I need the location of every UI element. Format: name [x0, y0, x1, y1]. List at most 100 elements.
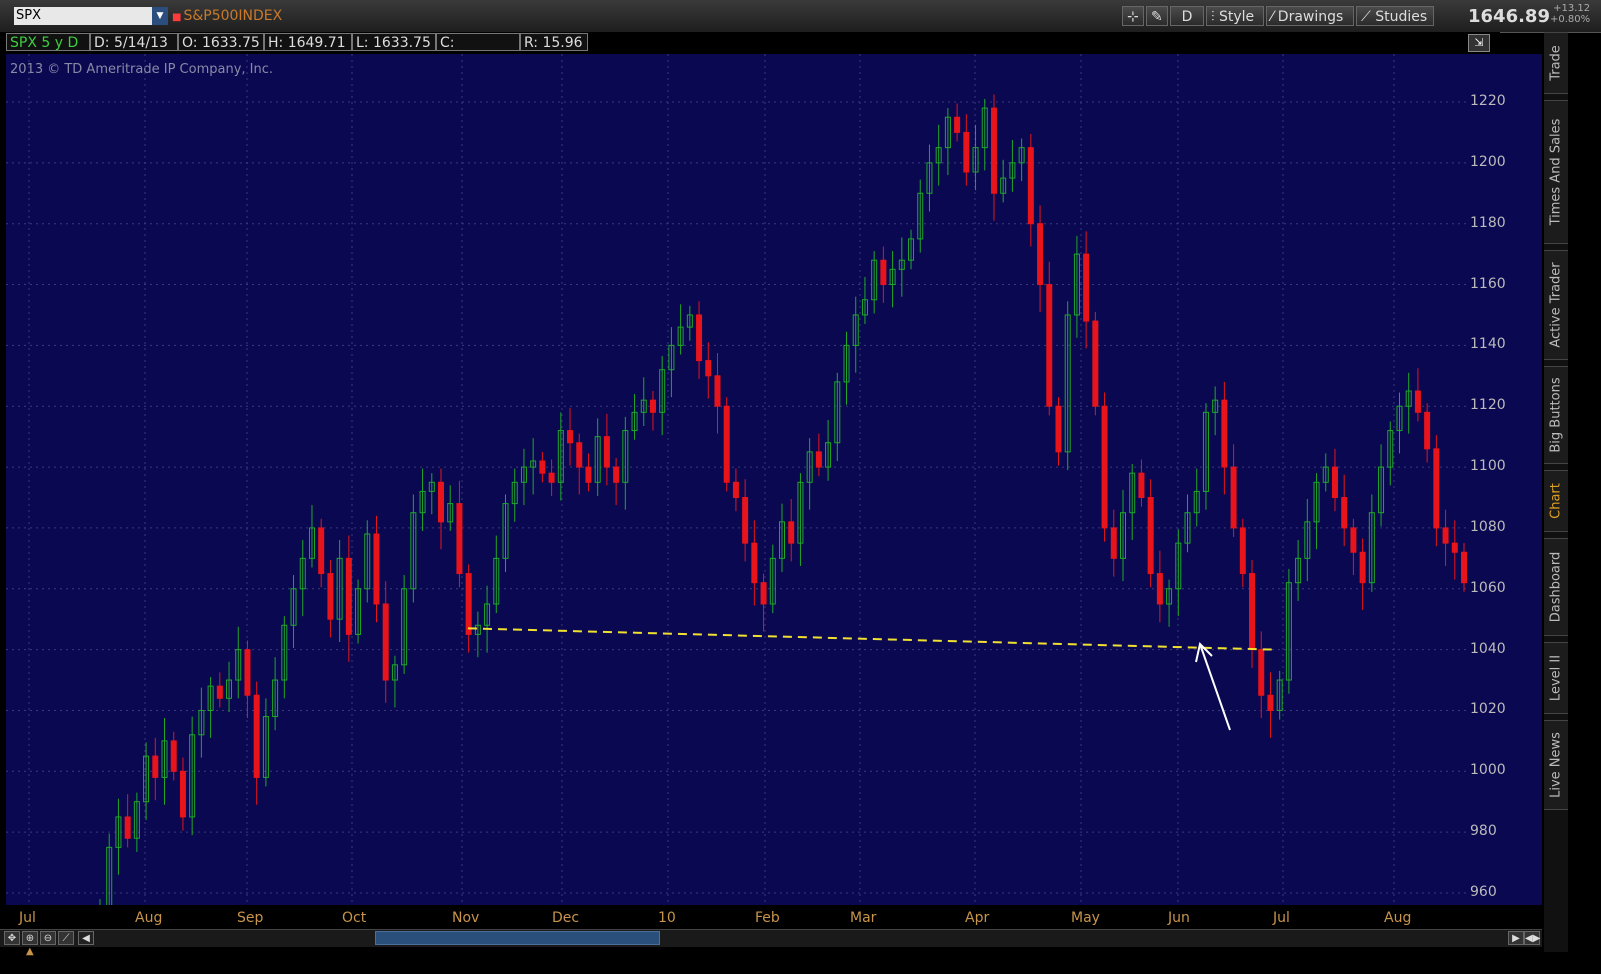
tab-chart[interactable]: Chart [1544, 470, 1568, 532]
candle-body [1461, 551, 1467, 584]
price-tick-label: 980 [1470, 823, 1497, 840]
tab-big-buttons[interactable]: Big Buttons [1544, 366, 1568, 464]
tab-level-ii[interactable]: Level II [1544, 642, 1568, 714]
candle-body [880, 259, 887, 286]
candle-body [954, 116, 961, 133]
annotation-arrow-shaft [1199, 643, 1231, 731]
candle-body [124, 816, 131, 839]
candle-body [732, 481, 739, 498]
candle-body [705, 360, 712, 377]
candle-body [1138, 472, 1145, 498]
candle-body [170, 740, 177, 772]
candle-body [576, 442, 583, 468]
candle-body [327, 573, 334, 620]
candle-body [253, 694, 260, 778]
candle-body [1424, 411, 1431, 450]
candle-body [1230, 466, 1237, 529]
candle-body [696, 314, 703, 362]
candle-body [649, 399, 656, 413]
candle-body [216, 685, 223, 699]
candle-body [788, 521, 795, 544]
time-tick-label: Aug [1384, 910, 1412, 926]
candle-body [373, 533, 380, 605]
time-tick-label: Apr [965, 910, 990, 926]
candle-body [613, 466, 620, 483]
candle-body [1027, 147, 1034, 225]
zoom-in-icon[interactable]: ⊕ [22, 931, 38, 945]
tab-times-and-sales[interactable]: Times And Sales [1544, 100, 1568, 244]
candle-body [1267, 694, 1274, 711]
candle-body [179, 770, 186, 818]
candle-body [1350, 527, 1357, 553]
price-tick-label: 1200 [1470, 153, 1506, 170]
price-tick-label: 1220 [1470, 93, 1506, 109]
tab-active-label: Active Trader [1548, 262, 1564, 348]
tab-level-label: Level II [1548, 654, 1564, 702]
candle-body [539, 460, 546, 474]
candle-body [1359, 551, 1366, 584]
candle-body [318, 527, 325, 575]
time-tick-label: Dec [552, 910, 580, 926]
bottom-scroll-bar [0, 929, 1542, 948]
price-tick-label: 1180 [1470, 214, 1506, 231]
candle-body [815, 451, 822, 468]
time-tick-label: Jul [19, 910, 36, 926]
price-tick-label: 1060 [1470, 579, 1506, 596]
candle-body [1037, 223, 1044, 286]
time-tick-label: Oct [342, 910, 367, 926]
scroll-right-icon[interactable]: ▶ [1508, 931, 1524, 945]
candle-body [760, 582, 767, 605]
price-tick-label: 1160 [1470, 275, 1506, 292]
tab-news-label: Live News [1548, 732, 1564, 798]
candle-body [465, 573, 472, 635]
candle-body [1249, 573, 1256, 651]
price-tick-label: 1020 [1470, 701, 1506, 718]
candle-body [567, 430, 574, 444]
support-trendline [467, 627, 1275, 651]
tab-trade[interactable]: Trade [1544, 32, 1568, 94]
candle-body [723, 405, 730, 483]
scroll-left-icon[interactable]: ◀ [78, 931, 94, 945]
candle-body [345, 557, 352, 635]
tab-live-news[interactable]: Live News [1544, 720, 1568, 810]
time-tick-label: Sep [237, 910, 264, 926]
time-tick-label: May [1071, 910, 1100, 926]
price-tick-label: 1000 [1470, 762, 1506, 779]
tab-times-label: Times And Sales [1548, 118, 1564, 226]
candlestick-chart [6, 54, 1467, 939]
tab-dashboard[interactable]: Dashboard [1544, 538, 1568, 636]
candle-body [1092, 320, 1099, 407]
draw-line-icon[interactable]: ⟋ [58, 931, 74, 945]
price-tick-label: 1140 [1470, 336, 1506, 353]
candle-body [456, 503, 463, 575]
tab-big-label: Big Buttons [1548, 377, 1564, 453]
expand-icon[interactable]: ◀▶ [1524, 931, 1540, 945]
candle-body [1258, 649, 1265, 696]
tab-active-trader[interactable]: Active Trader [1544, 250, 1568, 360]
candle-body [1341, 497, 1348, 529]
candle-body [1147, 497, 1154, 575]
time-tick-label: 10 [658, 910, 676, 926]
candle-body [382, 603, 389, 681]
zoom-out-icon[interactable]: ⊖ [40, 931, 56, 945]
time-tick-label: Jun [1168, 910, 1190, 926]
candle-body [1055, 405, 1062, 453]
tab-chart-label: Chart [1548, 483, 1564, 519]
candle-body [1451, 542, 1458, 553]
pan-icon[interactable]: ✥ [4, 931, 20, 945]
candle-body [1239, 527, 1246, 575]
candle-body [585, 466, 592, 483]
candle-body [1046, 284, 1053, 407]
collapse-icon[interactable]: ▲ [26, 946, 34, 957]
candle-body [152, 755, 159, 778]
candle-body [1101, 405, 1108, 529]
price-tick-label: 1040 [1470, 640, 1506, 657]
footer-strip [0, 947, 1601, 974]
scroll-thumb[interactable] [375, 931, 660, 945]
candle-body [603, 436, 610, 468]
time-tick-label: Jul [1273, 910, 1290, 926]
candle-body [1433, 448, 1440, 529]
tab-trade-label: Trade [1548, 45, 1564, 81]
candle-body [1110, 527, 1117, 559]
candle-body [438, 481, 444, 523]
